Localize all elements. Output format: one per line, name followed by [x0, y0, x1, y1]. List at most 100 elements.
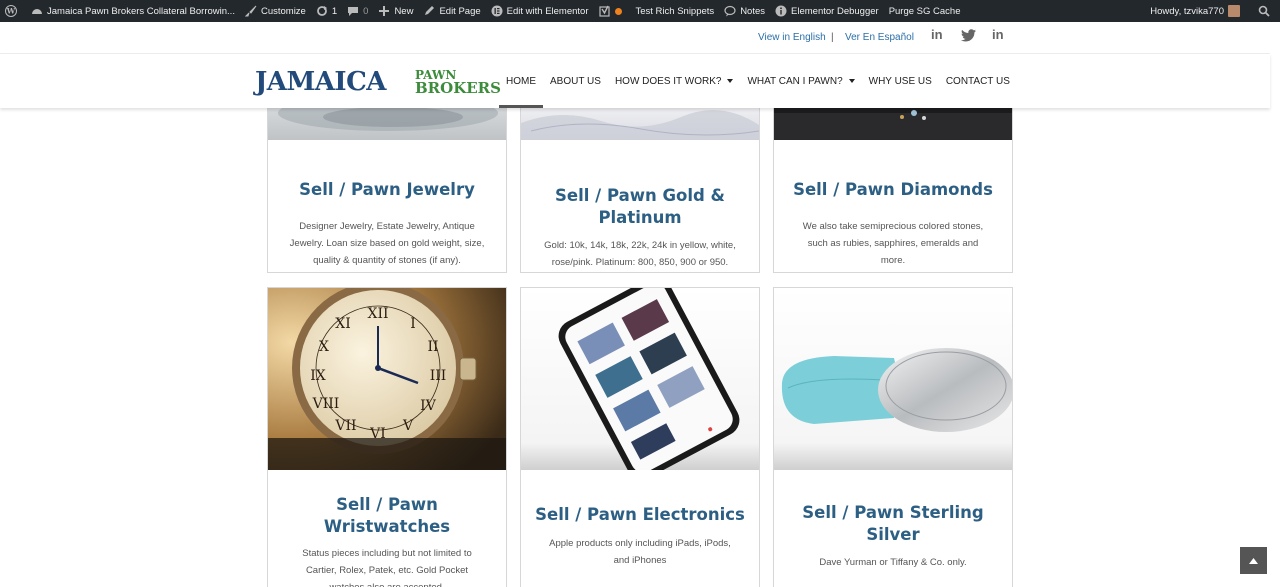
title-line: Platinum — [598, 208, 682, 227]
card-description: Gold: 10k, 14k, 18k, 22k, 24k in yellow,… — [541, 237, 739, 271]
card-description: Status pieces including but not limited … — [288, 545, 486, 587]
wordpress-icon: W — [5, 5, 17, 17]
lang-english-link[interactable]: View in English — [758, 32, 826, 43]
edit-elementor-link[interactable]: Edit with Elementor — [486, 0, 594, 22]
speech-bubble-icon — [724, 5, 736, 17]
svg-text:IV: IV — [420, 398, 437, 414]
new-content-link[interactable]: New — [373, 0, 418, 22]
linkedin-icon[interactable]: in — [992, 27, 1004, 42]
purge-cache-link[interactable]: Purge SG Cache — [884, 0, 966, 22]
card-title: Sell / Pawn Sterling Silver — [774, 502, 1012, 546]
edit-page-link[interactable]: Edit Page — [418, 0, 485, 22]
desc-line: Status pieces including but not limited … — [302, 548, 472, 559]
card-title: Sell / Pawn Electronics — [535, 505, 745, 524]
chevron-up-icon — [1249, 557, 1258, 564]
yoast-icon — [598, 5, 610, 17]
card-sterling-silver[interactable]: Sell / Pawn Sterling Silver Dave Yurman … — [773, 287, 1013, 587]
search-icon — [1258, 5, 1270, 17]
avatar — [1228, 5, 1240, 17]
chevron-down-icon — [848, 79, 855, 83]
desc-line: Cartier, Rolex, Patek, etc. Gold Pocket — [305, 565, 469, 576]
card-wristwatches[interactable]: XII I II III IV V VI VII VIII IX X XI Sell / Paw… — [267, 287, 507, 587]
svg-text:X: X — [319, 339, 329, 355]
nav-label: WHY USE US — [868, 75, 932, 87]
comment-icon — [348, 7, 359, 16]
silver-image — [774, 288, 1012, 470]
desc-line: quality & quantity of stones (if any). — [313, 255, 461, 266]
comments-count: 0 — [363, 5, 369, 17]
plus-icon — [379, 6, 390, 16]
updates-icon — [316, 6, 327, 16]
svg-text:VII: VII — [334, 418, 356, 434]
desc-line: and iPhones — [613, 555, 667, 566]
nav-contact-us[interactable]: CONTACT US — [939, 54, 1017, 108]
linkedin-icon[interactable]: in — [931, 27, 943, 42]
elementor-debugger-link[interactable]: Elementor Debugger — [770, 0, 884, 22]
lang-spanish-link[interactable]: Ver En Español — [845, 32, 914, 43]
nav-home[interactable]: HOME — [499, 54, 543, 108]
nav-label: WHAT CAN I PAWN? — [747, 75, 843, 87]
electronics-image — [521, 288, 759, 470]
nav-label: CONTACT US — [945, 75, 1010, 87]
nav-how-does-it-work[interactable]: HOW DOES IT WORK? — [608, 54, 741, 108]
info-icon — [775, 5, 787, 17]
scroll-to-top-button[interactable] — [1240, 547, 1267, 574]
seo-link[interactable] — [594, 0, 627, 22]
pencil-icon — [425, 6, 435, 15]
edit-page-label: Edit Page — [439, 5, 481, 17]
new-label: New — [394, 5, 414, 17]
nav-why-use-us[interactable]: WHY USE US — [862, 54, 939, 108]
edit-elementor-label: Edit with Elementor — [506, 5, 589, 17]
card-description: Dave Yurman or Tiffany & Co. only. — [794, 554, 992, 571]
chevron-down-icon — [727, 79, 734, 83]
title-line: Silver — [866, 525, 920, 544]
desc-line: rose/pink. Platinum: 800, 850, 900 or 95… — [551, 257, 729, 268]
card-electronics[interactable]: Sell / Pawn Electronics Apple products o… — [520, 287, 760, 587]
desc-line: We also take semiprecious colored stones… — [802, 221, 984, 232]
nav-label: HOME — [506, 75, 536, 87]
watch-photo: XIIIII IIIIVV VIVIIVIII IXXXI — [268, 288, 506, 470]
lang-separator: | — [831, 32, 834, 43]
customize-label: Customize — [260, 5, 306, 17]
admin-bar: W Jamaica Pawn Brokers Collateral Borrow… — [0, 0, 1280, 22]
elementor-icon — [491, 5, 503, 17]
nav-about-us[interactable]: ABOUT US — [543, 54, 608, 108]
howdy-label: Howdy, tzvika770 — [1150, 5, 1224, 17]
site-name-menu[interactable]: Jamaica Pawn Brokers Collateral Borrowin… — [26, 0, 240, 22]
nav-label: HOW DOES IT WORK? — [614, 75, 722, 87]
customize-link[interactable]: Customize — [240, 0, 311, 22]
svg-text:VIII: VIII — [312, 396, 340, 412]
card-title: Sell / Pawn Gold & Platinum — [521, 185, 759, 229]
card-description: Apple products only including iPads, iPo… — [541, 535, 739, 569]
card-title: Sell / Pawn Diamonds — [793, 180, 993, 199]
paintbrush-icon — [244, 5, 257, 17]
desc-line: watches also are accepted. — [288, 579, 486, 587]
language-social-bar: View in English | Ver En Español in in — [0, 22, 1270, 54]
notes-link[interactable]: Notes — [719, 0, 770, 22]
comments-link[interactable]: 0 — [342, 0, 373, 22]
admin-search[interactable] — [1253, 0, 1280, 22]
title-line: Sell / Pawn Gold & — [555, 186, 725, 205]
twitter-icon[interactable] — [961, 29, 976, 42]
desc-line: such as rubies, sapphires, emeralds and — [807, 238, 979, 249]
desc-line: Designer Jewelry, Estate Jewelry, Antiqu… — [299, 221, 475, 232]
card-description: We also take semiprecious colored stones… — [794, 218, 992, 269]
dashboard-icon — [32, 9, 42, 14]
svg-text:II: II — [427, 339, 438, 355]
svg-text:I: I — [410, 316, 416, 332]
updates-link[interactable]: 1 — [311, 0, 342, 22]
svg-text:V: V — [402, 418, 414, 434]
test-snippets-link[interactable]: Test Rich Snippets — [627, 0, 720, 22]
title-line: Wristwatches — [323, 517, 451, 536]
iphone-photo — [521, 288, 759, 470]
desc-line: Apple products only including iPads, iPo… — [549, 538, 731, 549]
nav-what-can-i-pawn[interactable]: WHAT CAN I PAWN? — [740, 54, 861, 108]
desc-line: Gold: 10k, 14k, 18k, 22k, 24k in yellow,… — [544, 240, 736, 251]
notes-label: Notes — [740, 5, 766, 17]
elementor-debugger-label: Elementor Debugger — [791, 5, 879, 17]
wordpress-logo[interactable]: W — [0, 0, 26, 22]
card-title: Sell / Pawn Wristwatches — [268, 494, 506, 538]
updates-count: 1 — [331, 5, 338, 17]
seo-status-dot — [614, 7, 622, 15]
account-menu[interactable]: Howdy, tzvika770 — [1145, 0, 1253, 22]
